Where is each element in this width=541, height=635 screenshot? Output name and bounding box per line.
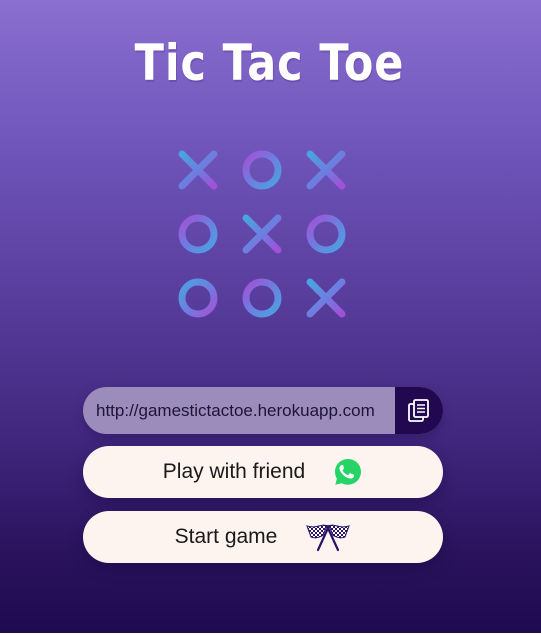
play-with-friend-button[interactable]: Play with friend — [83, 446, 443, 498]
whatsapp-icon — [333, 457, 363, 487]
app-screen: Tic Tac Toe http://gamestictactoe.heroku… — [0, 0, 541, 635]
o-mark — [306, 214, 346, 254]
play-with-friend-label: Play with friend — [162, 460, 306, 483]
o-mark — [178, 278, 218, 318]
copy-link-button[interactable] — [395, 387, 443, 434]
share-link-text: http://gamestictactoe.herokuapp.com — [96, 400, 375, 420]
start-game-button[interactable]: Start game — [83, 511, 443, 563]
share-link-bar: http://gamestictactoe.herokuapp.com — [83, 387, 443, 434]
tic-tac-toe-board-icon — [166, 138, 360, 330]
checkered-flags-icon — [305, 522, 351, 552]
copy-icon — [408, 398, 429, 422]
share-link-field[interactable]: http://gamestictactoe.herokuapp.com — [83, 387, 395, 434]
o-mark — [242, 278, 282, 318]
o-mark — [242, 150, 282, 190]
o-mark — [178, 214, 218, 254]
page-title: Tic Tac Toe — [134, 34, 405, 92]
start-game-label: Start game — [174, 525, 278, 548]
